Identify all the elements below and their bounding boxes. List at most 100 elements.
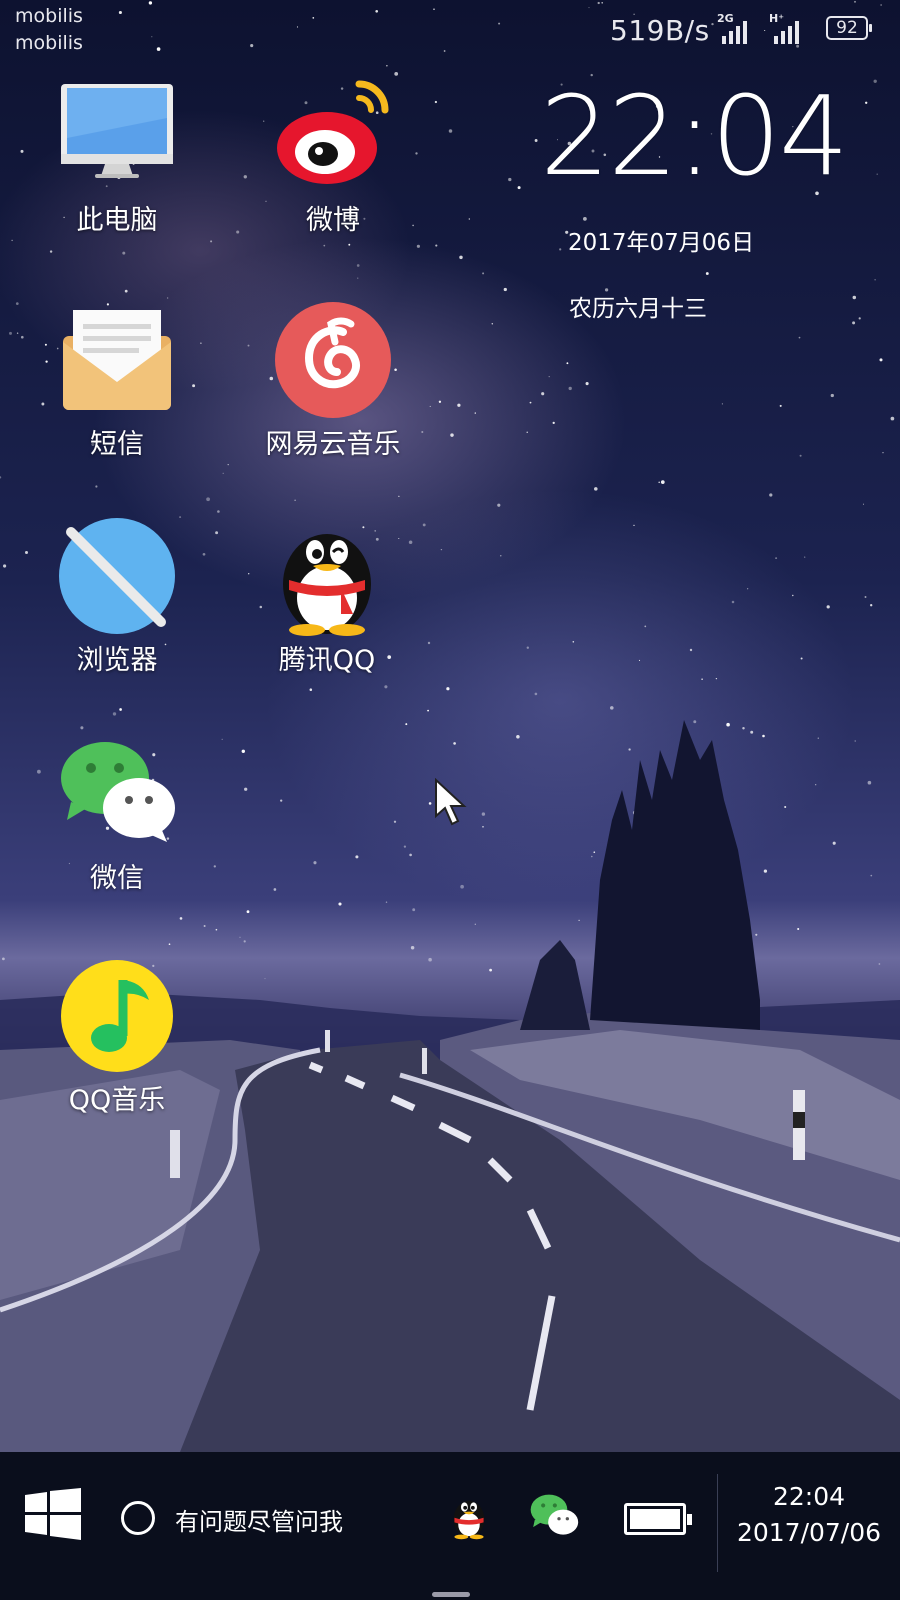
star [689, 648, 693, 652]
star [168, 943, 171, 946]
start-button[interactable] [25, 1488, 81, 1540]
battery-fill [630, 1509, 680, 1529]
taskbar-search-box[interactable]: 有问题尽管问我 [175, 1502, 343, 1537]
star [610, 706, 614, 710]
star [438, 400, 442, 403]
qq-penguin-icon [267, 518, 387, 638]
star [775, 557, 778, 560]
star [167, 297, 169, 299]
app-label: 此电脑 [76, 205, 158, 236]
taskbar-clock-date[interactable]: 2017/07/06 [718, 1518, 900, 1547]
taskbar-battery-icon[interactable] [624, 1503, 692, 1535]
star [566, 362, 569, 365]
clock-widget-time[interactable]: 22:04 [540, 72, 849, 200]
star [880, 4, 882, 6]
taskbar-clock-time[interactable]: 22:04 [718, 1482, 900, 1511]
desktop-app-qq[interactable]: 腾讯QQ [237, 518, 417, 677]
star [601, 2, 603, 4]
app-label: 网易云音乐 [265, 429, 401, 460]
desktop-app-browser[interactable]: 浏览器 [27, 518, 207, 677]
star [355, 855, 359, 859]
star [49, 250, 53, 253]
star [446, 687, 450, 691]
desktop-app-weibo[interactable]: 微博 [243, 78, 423, 237]
star [779, 404, 782, 407]
desktop-app-this-pc[interactable]: 此电脑 [27, 78, 207, 237]
star [2, 957, 5, 961]
star [715, 677, 718, 680]
star [156, 47, 161, 51]
star [797, 927, 800, 931]
star [227, 463, 229, 466]
star [11, 239, 13, 242]
star [16, 332, 19, 334]
star [747, 588, 749, 590]
browser-icon [57, 518, 177, 638]
navigation-handle[interactable] [432, 1592, 470, 1597]
star [638, 659, 641, 661]
star [250, 44, 254, 48]
star [865, 101, 868, 104]
star [874, 279, 876, 281]
star [796, 44, 800, 48]
weibo-icon [273, 78, 393, 198]
star [726, 722, 730, 727]
taskbar-wechat-button[interactable] [529, 1492, 579, 1542]
star [534, 139, 538, 142]
star [203, 925, 206, 927]
star [409, 853, 412, 857]
cortana-circle-icon[interactable] [121, 1501, 155, 1535]
desktop-app-sms[interactable]: 短信 [27, 302, 207, 461]
wechat-icon [530, 1494, 579, 1535]
star [459, 255, 463, 260]
star [118, 10, 122, 15]
star [858, 317, 861, 320]
star [762, 734, 765, 738]
netease-music-icon [273, 302, 393, 422]
star [526, 646, 529, 649]
star [403, 845, 407, 848]
star [450, 433, 454, 437]
star [215, 531, 219, 535]
star [890, 416, 895, 421]
star [433, 8, 435, 10]
star [705, 272, 709, 275]
star [410, 945, 415, 950]
star [594, 487, 598, 491]
star [854, 740, 856, 742]
star [660, 480, 665, 484]
star [784, 805, 787, 809]
star [578, 919, 580, 922]
star [878, 963, 881, 965]
star [236, 230, 240, 234]
star [448, 129, 453, 133]
star [804, 556, 806, 558]
desktop-app-wechat[interactable]: 微信 [27, 736, 207, 895]
qq-music-icon [57, 958, 177, 1078]
desktop-app-qq-music[interactable]: QQ音乐 [27, 958, 207, 1117]
star [148, 1, 153, 5]
star [422, 523, 426, 527]
star [815, 784, 817, 786]
star [338, 902, 342, 906]
star [817, 737, 819, 739]
star [870, 874, 873, 877]
star [870, 604, 873, 607]
star [405, 723, 408, 726]
taskbar-qq-button[interactable] [446, 1492, 496, 1542]
clock-widget-lunar-date: 农历六月十三 [569, 296, 707, 322]
star [217, 510, 220, 513]
star [862, 503, 865, 505]
star [489, 968, 492, 972]
desktop-app-netease-music[interactable]: 网易云音乐 [243, 302, 423, 461]
star [427, 641, 431, 645]
qq-penguin-icon [453, 1500, 485, 1540]
star [873, 79, 877, 83]
star [482, 825, 484, 828]
star [583, 217, 587, 221]
star [516, 735, 520, 739]
star [384, 685, 388, 689]
star [826, 605, 830, 609]
star [693, 720, 697, 724]
star [243, 940, 246, 943]
